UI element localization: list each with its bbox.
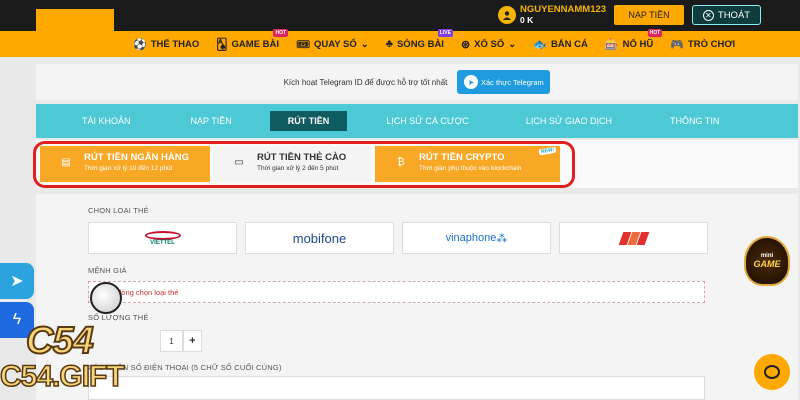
nav-item-slots[interactable]: 🎰 NỔ HŨ HOT [604,28,663,51]
chat-button[interactable] [754,354,790,390]
nav-item-fishing[interactable]: 🐟 BẮN CÁ [533,38,588,51]
quantity-value[interactable]: 1 [160,330,183,352]
quantity-stepper[interactable]: 1 + [160,330,202,352]
nav-item-casino[interactable]: ♣ SÒNG BÀI LIVE [385,29,453,50]
nav-item-card-games[interactable]: 🂡 GAME BÀI HOT [216,28,289,51]
tab-info[interactable]: THÔNG TIN [670,116,719,126]
chat-icon [764,365,780,379]
nav-item-sports[interactable]: ⚽ THỂ THAO [133,38,199,51]
nav-label: XỔ SỐ [474,38,505,50]
casino-icon: ♣ [385,38,393,50]
plus-button[interactable]: + [182,330,202,352]
carrier-vinaphone[interactable]: vinaphone ⁂ [402,222,551,254]
ticket-icon: 🎟 [296,38,310,51]
nav-label: SÒNG BÀI [396,38,444,50]
tab-account[interactable]: TÀI KHOẢN [82,116,131,126]
main-nav: ⚽ THỂ THAO 🂡 GAME BÀI HOT 🎟 QUAY SỐ ⌄ ♣ SÒNG B… [0,28,800,57]
tab-transaction-history[interactable]: LỊCH SỬ GIAO DỊCH [526,116,612,126]
account-tabs: TÀI KHOẢN NẠP TIỀN RÚT TIỀN LỊCH SỬ CÁ C… [36,104,798,138]
mobifone-logo: mobifone [292,230,347,246]
soccer-ball-icon [90,282,122,314]
chevron-down-icon: ⌄ [360,38,369,50]
denomination-label: MỆNH GIÁ [88,266,127,275]
phone-confirm-input[interactable] [88,376,705,400]
telegram-button-label: Xác thực Telegram [480,77,544,87]
telegram-float-button[interactable]: ➤ [0,263,34,299]
carrier-viettel[interactable]: VIETTEL [88,222,237,254]
logout-label: THOÁT [717,9,751,21]
user-info[interactable]: NGUYENNAMM123 0 K [498,4,606,25]
nav-label: BẮN CÁ [550,38,588,50]
cards-icon: 🂡 [216,38,228,51]
chevron-down-icon: ⌄ [508,38,517,50]
live-badge: LIVE [437,29,453,37]
card-type-label: CHỌN LOẠI THẺ [88,206,149,215]
watermark-domain: C54.GIFT [0,359,125,394]
gamepad-icon: 🎮 [670,38,684,51]
highlight-outline [33,141,575,188]
watermark-logo: C54 [25,319,95,363]
username: NGUYENNAMM123 [520,4,607,15]
carrier-mobifone[interactable]: mobifone [245,222,394,254]
vinaphone-logo: vinaphone [445,232,497,244]
nav-label: GAME BÀI [231,38,280,50]
nav-item-games[interactable]: 🎮 TRÒ CHƠI [670,38,735,51]
slot-icon: 🎰 [604,38,619,51]
tab-withdraw[interactable]: RÚT TIỀN [269,111,348,131]
telegram-icon: ➤ [10,273,24,290]
carrier-list: VIETTEL mobifone vinaphone ⁂ [88,222,708,254]
telegram-strip: Kích hoạt Telegram ID để được hỗ trợ tốt… [36,64,798,100]
lottery-icon: ⊛ [460,38,471,51]
hot-badge: HOT [273,28,289,37]
balance: 0 K [520,15,534,25]
vinaphone-mark-icon: ⁂ [496,232,508,245]
nav-label: TRÒ CHƠI [687,38,736,50]
telegram-verify-button[interactable]: ➤ Xác thực Telegram [457,70,551,94]
minigame-button[interactable]: mini GAME [744,236,790,286]
vietnamobile-logo [618,231,649,245]
tab-bet-history[interactable]: LỊCH SỬ CÁ CƯỢC [386,116,469,126]
nav-label: NỔ HŨ [622,38,654,50]
viettel-logo: VIETTEL [144,230,181,246]
deposit-button[interactable]: NẠP TIỀN [614,5,684,25]
fish-icon: 🐟 [533,38,547,51]
minigame-label-bottom: GAME [753,259,781,269]
site-logo[interactable] [36,9,114,51]
nav-label: THỂ THAO [150,38,200,50]
carrier-vietnamobile[interactable] [559,222,708,254]
denomination-select[interactable]: Vui lòng chọn loại thẻ [88,281,705,303]
hot-badge: HOT [647,28,663,37]
close-icon: ✕ [702,9,714,21]
logout-button[interactable]: ✕ THOÁT [692,5,761,25]
soccer-icon: ⚽ [133,38,147,51]
nav-label: QUAY SỐ [314,38,357,50]
telegram-icon: ➤ [463,75,478,89]
telegram-text: Kích hoạt Telegram ID để được hỗ trợ tốt… [283,77,448,87]
nav-item-lottery[interactable]: ⊛ XỔ SỐ ⌄ [461,38,516,51]
nav-item-spin[interactable]: 🎟 QUAY SỐ ⌄ [296,38,369,51]
user-avatar-icon [498,5,516,24]
c54-watermark: C54 C54.GIFT [0,282,160,400]
tab-deposit[interactable]: NẠP TIỀN [191,116,232,126]
